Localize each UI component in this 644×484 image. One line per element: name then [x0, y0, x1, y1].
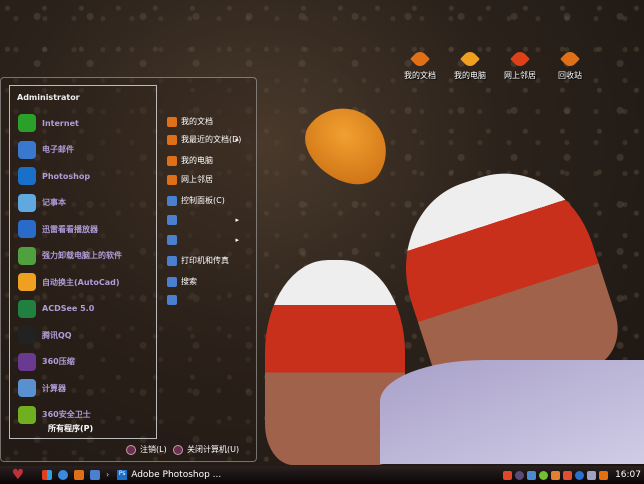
shutdown-button[interactable]: 关闭计算机(U) [173, 444, 239, 455]
desktop-icon-network[interactable]: 网上邻居 [495, 49, 545, 81]
qq-icon[interactable] [563, 470, 573, 480]
program-item[interactable]: Photoshop [18, 166, 90, 186]
place-icon [167, 195, 177, 206]
place-item[interactable]: 搜索 [167, 276, 249, 287]
ime-icon[interactable] [599, 470, 609, 480]
clock: 16:07 [615, 470, 641, 480]
computer-icon [460, 49, 480, 69]
chevron-right-icon[interactable]: › [106, 470, 109, 480]
notepad-icon [18, 193, 36, 212]
quick-launch: › [42, 470, 109, 480]
network-icon [510, 49, 530, 69]
program-item[interactable]: 自动换主(AutoCad) [18, 272, 120, 292]
heart-icon: ♥ [11, 467, 25, 483]
place-icon [167, 155, 177, 166]
place-icon [167, 276, 177, 287]
lock-icon [126, 444, 136, 455]
desktop-icon-recycle-bin[interactable]: 回收站 [545, 49, 595, 81]
program-item[interactable]: 计算器 [18, 378, 66, 398]
program-item[interactable]: 电子邮件 [18, 140, 74, 160]
program-item[interactable]: 迅雷看看播放器 [18, 219, 98, 239]
place-icon [167, 134, 177, 145]
program-item[interactable]: ACDSee 5.0 [18, 299, 94, 319]
moon-icon[interactable] [515, 470, 525, 480]
chevron-right-icon: ▸ [235, 135, 239, 144]
place-icon [167, 116, 177, 127]
place-item[interactable]: 网上邻居 [167, 174, 249, 185]
calculator-icon [18, 379, 36, 397]
place-icon [167, 255, 177, 266]
programs-pane: Administrator Internet 电子邮件 Photoshop 记事本迅雷… [9, 85, 157, 439]
network-icon[interactable] [527, 470, 537, 480]
leaf-icon[interactable] [74, 470, 84, 480]
player-icon [18, 220, 36, 238]
sogou-icon[interactable] [503, 470, 513, 480]
taskbar: ♥ › Ps Adobe Photoshop ... 16:07 [0, 466, 644, 484]
program-item[interactable]: 强力卸载电脑上的软件 [18, 246, 122, 266]
system-tray: 16:07 [503, 466, 644, 484]
photoshop-icon: Ps [117, 470, 128, 480]
place-icon [167, 215, 177, 225]
program-item[interactable]: 腾讯QQ [18, 325, 72, 345]
outlook-icon[interactable] [90, 470, 100, 480]
place-item[interactable]: ▸ [167, 235, 249, 245]
place-icon [167, 295, 177, 305]
logoff-button[interactable]: 注销(L) [126, 444, 167, 455]
desktop-icon-my-documents[interactable]: 我的文档 [395, 49, 445, 81]
desktop-icon-my-computer[interactable]: 我的电脑 [445, 49, 495, 81]
360-icon[interactable] [539, 470, 549, 480]
photoshop-icon [18, 167, 36, 185]
place-icon [167, 235, 177, 245]
place-item[interactable]: 打印机和传真 [167, 255, 249, 266]
place-item[interactable]: 控制面板(C) [167, 195, 249, 206]
chevron-right-icon: ▸ [235, 236, 239, 244]
all-programs-button[interactable]: 所有程序(P) [48, 423, 93, 434]
program-item[interactable]: 记事本 [18, 193, 66, 213]
program-item[interactable]: Internet [18, 113, 79, 133]
place-icon [167, 174, 177, 185]
start-button[interactable]: ♥ [0, 466, 36, 484]
chevron-right-icon: ▸ [235, 216, 239, 224]
user-name: Administrator [17, 93, 80, 102]
acdsee-icon [18, 299, 36, 318]
qq-icon [18, 326, 36, 344]
uninstall-icon [18, 246, 36, 265]
program-item[interactable]: 360压缩 [18, 352, 75, 372]
start-menu: Administrator Internet 电子邮件 Photoshop 记事本迅雷… [0, 77, 257, 462]
power-icon [173, 444, 183, 455]
auto-icon [18, 273, 36, 291]
show-desktop-icon[interactable] [42, 470, 52, 480]
place-item[interactable]: ▸ [167, 215, 249, 225]
pen-icon[interactable] [587, 470, 597, 480]
place-item[interactable]: 我的电脑 [167, 155, 249, 166]
ie-icon [18, 114, 36, 132]
task-photoshop[interactable]: Ps Adobe Photoshop ... [117, 470, 257, 480]
ie-icon[interactable] [58, 470, 68, 480]
place-item[interactable]: 我最近的文档(D) ▸ [167, 134, 249, 145]
place-item[interactable] [167, 295, 249, 305]
folder-icon [410, 49, 430, 69]
place-item[interactable]: 我的文档 [167, 116, 249, 127]
program-item[interactable]: 360安全卫士 [18, 405, 91, 425]
archive-icon [18, 352, 36, 371]
globe-icon[interactable] [575, 470, 585, 480]
shield-icon [18, 405, 36, 424]
mail-icon [18, 140, 36, 159]
recycle-bin-icon [560, 49, 580, 69]
wallpaper-jeans [380, 360, 644, 464]
tray-app-icon[interactable] [551, 470, 561, 480]
